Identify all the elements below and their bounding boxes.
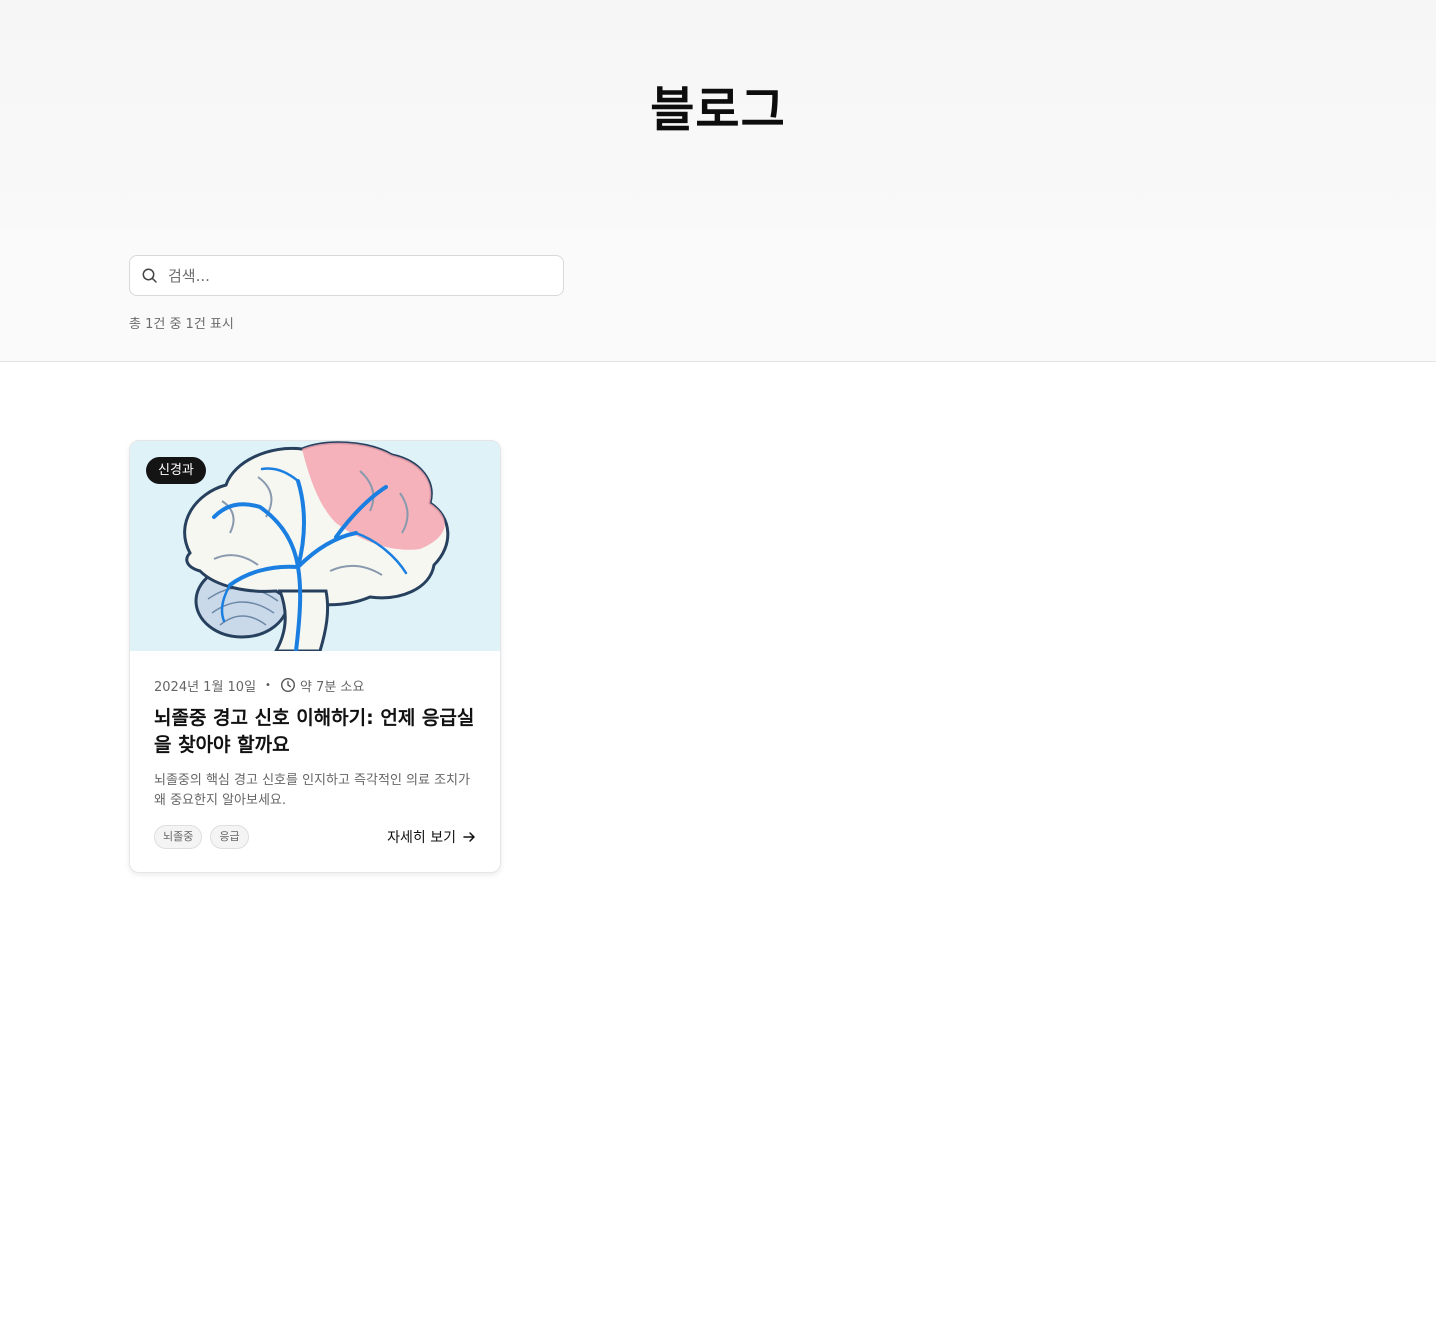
search-input[interactable] (168, 256, 558, 295)
category-badge[interactable]: 신경과 (146, 457, 206, 484)
post-meta: 2024년 1월 10일 • 약 7분 소요 (154, 675, 364, 695)
tag-emergency[interactable]: 응급 (210, 825, 249, 849)
search-box[interactable] (129, 255, 564, 296)
search-icon (142, 268, 157, 283)
arrow-right-icon (463, 832, 475, 842)
tag-stroke[interactable]: 뇌졸중 (154, 825, 203, 849)
post-card[interactable]: 신경과 2024년 1월 10일 • 약 7분 소요 뇌졸중 경고 신호 이해하… (129, 440, 501, 873)
read-more-label: 자세히 보기 (387, 830, 456, 846)
read-time: 약 7분 소요 (299, 679, 365, 695)
post-date: 2024년 1월 10일 (154, 679, 257, 695)
meta-separator: • (265, 679, 271, 691)
clock-icon (280, 677, 295, 693)
read-more-link[interactable]: 자세히 보기 (387, 827, 476, 847)
page-header: 블로그 (0, 0, 1436, 226)
post-description: 뇌졸중의 핵심 경고 신호를 인지하고 즉각적인 의료 조치가 왜 중요한지 알… (154, 773, 470, 808)
tag-list: 뇌졸중 응급 (154, 825, 249, 849)
result-count: 총 1건 중 1건 표시 (129, 317, 234, 332)
page-title: 블로그 (650, 82, 786, 138)
post-title[interactable]: 뇌졸중 경고 신호 이해하기: 언제 응급실을 찾아야 할까요 (154, 705, 480, 759)
filter-bar: 총 1건 중 1건 표시 (0, 226, 1436, 362)
